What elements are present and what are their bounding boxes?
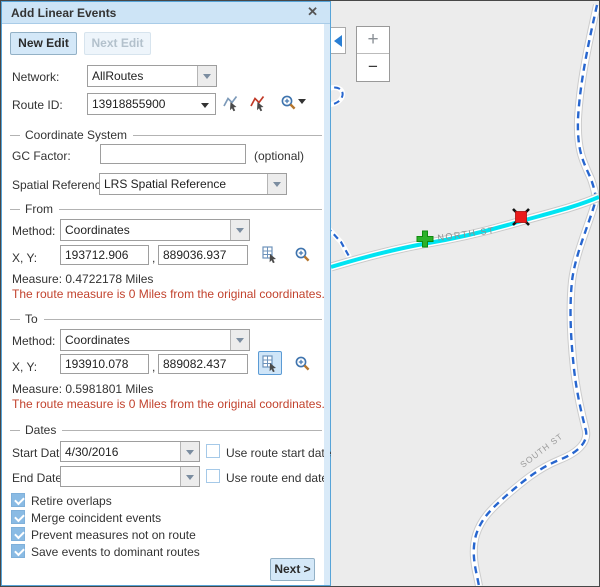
section-title: Dates — [25, 423, 62, 437]
dates-section-header: Dates — [10, 423, 322, 437]
retire-overlaps-label: Retire overlaps — [31, 494, 112, 508]
prevent-measures-label: Prevent measures not on route — [31, 528, 196, 542]
to-method-label: Method: — [12, 334, 55, 348]
from-warning-text: The route measure is 0 Miles from the or… — [12, 287, 325, 301]
to-pick-coordinates-icon[interactable] — [258, 351, 282, 375]
from-method-label: Method: — [12, 224, 55, 238]
map-canvas: NORTH ST SOUTH ST — [331, 1, 599, 586]
retire-overlaps-checkbox[interactable] — [11, 493, 25, 507]
to-xy-label: X, Y: — [12, 360, 37, 374]
to-zoom-to-point-icon[interactable] — [294, 355, 312, 373]
chevron-down-icon — [186, 475, 194, 480]
start-date-select[interactable]: 4/30/2016 — [60, 441, 200, 462]
save-dominant-routes-checkbox[interactable] — [11, 544, 25, 558]
section-title: Coordinate System — [25, 128, 133, 142]
network-value: AllRoutes — [88, 66, 197, 86]
to-method-value: Coordinates — [61, 330, 230, 350]
panel-header: Add Linear Events ✕ — [2, 2, 330, 24]
spatial-reference-dropdown-button[interactable] — [267, 174, 286, 194]
network-dropdown-button[interactable] — [197, 66, 216, 86]
start-date-dropdown-button[interactable] — [180, 442, 199, 461]
network-label: Network: — [12, 70, 59, 84]
from-section-header: From — [10, 202, 322, 216]
network-select[interactable]: AllRoutes — [87, 65, 217, 87]
from-xy-label: X, Y: — [12, 251, 37, 265]
to-warning-text: The route measure is 0 Miles from the or… — [12, 397, 325, 411]
spatial-reference-label: Spatial Reference: — [12, 178, 111, 192]
from-method-select[interactable]: Coordinates — [60, 219, 250, 241]
map-view[interactable]: NORTH ST SOUTH ST + − — [331, 1, 599, 586]
route-id-label: Route ID: — [12, 98, 63, 112]
route-id-select[interactable]: 13918855900 — [87, 93, 216, 115]
to-method-select[interactable]: Coordinates — [60, 329, 250, 351]
boundary-road — [474, 5, 597, 586]
start-date-value: 4/30/2016 — [61, 442, 180, 461]
zoom-to-route-icon[interactable] — [280, 94, 298, 112]
collapse-panel-button[interactable] — [331, 27, 346, 54]
end-date-label: End Date: — [12, 471, 65, 485]
from-method-dropdown-button[interactable] — [230, 220, 249, 240]
from-y-input[interactable] — [158, 245, 248, 265]
chevron-left-icon — [334, 35, 342, 47]
end-date-value — [61, 467, 180, 486]
next-edit-button: Next Edit — [84, 32, 151, 55]
xy-separator: , — [152, 251, 155, 265]
pick-route-alt-icon[interactable] — [249, 94, 267, 112]
to-y-input[interactable] — [158, 354, 248, 374]
boundary-loop-road — [331, 84, 345, 107]
gc-factor-input[interactable] — [100, 144, 246, 164]
route-id-value: 13918855900 — [88, 94, 215, 114]
from-zoom-to-point-icon[interactable] — [294, 246, 312, 264]
chevron-down-icon — [203, 74, 211, 79]
from-pick-coordinates-icon[interactable] — [261, 245, 279, 263]
section-title: From — [25, 202, 59, 216]
merge-coincident-events-label: Merge coincident events — [31, 511, 161, 525]
pick-route-on-map-icon[interactable] — [222, 94, 240, 112]
gc-factor-label: GC Factor: — [12, 149, 71, 163]
to-x-input[interactable] — [60, 354, 149, 374]
chevron-down-icon — [236, 338, 244, 343]
from-method-value: Coordinates — [61, 220, 230, 240]
to-section-header: To — [10, 312, 322, 326]
spatial-reference-select[interactable]: LRS Spatial Reference — [99, 173, 287, 195]
from-x-input[interactable] — [60, 245, 149, 265]
use-route-end-date-checkbox[interactable] — [206, 469, 220, 483]
boundary-fragment-road — [331, 227, 350, 258]
optional-label: (optional) — [254, 149, 304, 163]
zoom-out-button[interactable]: − — [357, 54, 389, 81]
zoom-options-caret-icon[interactable] — [298, 99, 306, 104]
end-date-dropdown-button[interactable] — [180, 467, 199, 486]
street-label-north-st: NORTH ST — [437, 225, 496, 243]
chevron-down-icon — [186, 450, 194, 455]
xy-separator: , — [152, 360, 155, 374]
to-method-dropdown-button[interactable] — [230, 330, 249, 350]
map-zoom-control: + − — [356, 26, 390, 82]
zoom-in-button[interactable]: + — [357, 27, 389, 54]
new-edit-button[interactable]: New Edit — [10, 32, 77, 55]
coordinate-system-section-header: Coordinate System — [10, 128, 322, 142]
add-linear-events-panel: Add Linear Events ✕ New Edit Next Edit N… — [1, 1, 331, 586]
to-point-marker-icon[interactable] — [513, 209, 529, 225]
spatial-reference-value: LRS Spatial Reference — [100, 174, 267, 194]
panel-scrollbar[interactable] — [324, 24, 330, 585]
end-date-select[interactable] — [60, 466, 200, 487]
next-button[interactable]: Next > — [270, 558, 315, 581]
use-route-start-date-checkbox[interactable] — [206, 444, 220, 458]
chevron-down-icon — [236, 228, 244, 233]
panel-title: Add Linear Events — [11, 6, 116, 20]
from-measure-text: Measure: 0.4722178 Miles — [12, 272, 153, 286]
chevron-down-icon — [273, 182, 281, 187]
chevron-down-icon[interactable] — [201, 103, 209, 108]
close-icon[interactable]: ✕ — [307, 4, 318, 20]
merge-coincident-events-checkbox[interactable] — [11, 510, 25, 524]
prevent-measures-checkbox[interactable] — [11, 527, 25, 541]
app-window: Add Linear Events ✕ New Edit Next Edit N… — [0, 0, 600, 587]
to-measure-text: Measure: 0.5981801 Miles — [12, 382, 153, 396]
use-route-end-date-label: Use route end date — [226, 471, 328, 485]
section-title: To — [25, 312, 44, 326]
use-route-start-date-label: Use route start date — [226, 446, 331, 460]
save-dominant-routes-label: Save events to dominant routes — [31, 545, 200, 559]
